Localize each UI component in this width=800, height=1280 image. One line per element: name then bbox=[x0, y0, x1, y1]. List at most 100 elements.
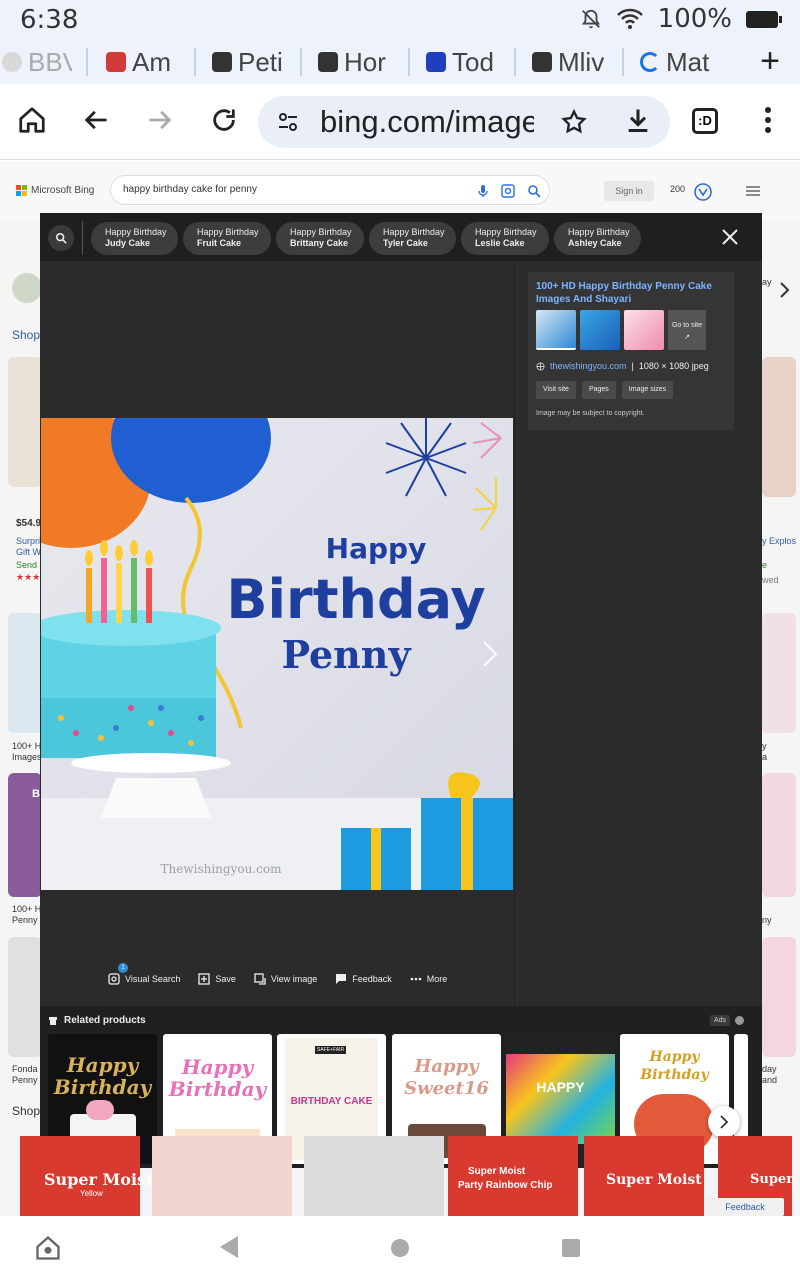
image-tile[interactable] bbox=[8, 937, 42, 1057]
menu-button[interactable] bbox=[752, 104, 784, 136]
chip-line1: Happy Birthday bbox=[290, 227, 352, 237]
tab-active-loading[interactable]: Mat bbox=[640, 44, 712, 80]
tab-amazon[interactable]: Am bbox=[106, 44, 176, 80]
tab-label: Tod bbox=[452, 46, 494, 77]
filter-thumbnail[interactable] bbox=[12, 273, 42, 303]
go-to-site-label: Go to site bbox=[672, 322, 702, 329]
mic-icon[interactable] bbox=[477, 184, 489, 198]
image-tile[interactable] bbox=[762, 613, 796, 733]
image-caption[interactable]: ny bbox=[762, 915, 772, 925]
nav-recents-button[interactable] bbox=[561, 1238, 581, 1263]
search-icon[interactable] bbox=[527, 184, 541, 198]
page-thumbnails: Go to site ↗ bbox=[536, 310, 706, 350]
popup-card-art bbox=[506, 1054, 615, 1144]
page-feedback-button[interactable]: Feedback bbox=[706, 1198, 784, 1216]
image-caption[interactable]: 100+ H bbox=[12, 904, 41, 914]
nav-back-button[interactable] bbox=[218, 1234, 240, 1265]
overlay-search-button[interactable] bbox=[48, 225, 74, 251]
related-search-chip[interactable]: Happy Birthday Brittany Cake bbox=[276, 222, 364, 255]
product-tile[interactable] bbox=[8, 357, 42, 487]
image-title-link[interactable]: 100+ HD Happy Birthday Penny Cake Images… bbox=[536, 280, 726, 306]
visual-search-icon[interactable] bbox=[501, 184, 515, 198]
chip-line2: Tyler Cake bbox=[383, 238, 428, 248]
tab-mliv[interactable]: Mliv bbox=[532, 44, 606, 80]
product-tile[interactable] bbox=[304, 1136, 444, 1216]
back-button[interactable] bbox=[80, 104, 112, 136]
sign-in-button[interactable]: Sign in bbox=[604, 181, 654, 201]
tab-today[interactable]: Tod bbox=[426, 44, 498, 80]
image-caption[interactable]: Fonda bbox=[12, 1064, 38, 1074]
shop-label[interactable]: Shop bbox=[12, 1104, 40, 1118]
image-tile[interactable] bbox=[8, 613, 42, 733]
image-caption[interactable]: 100+ H bbox=[12, 741, 41, 751]
tab-bbv[interactable]: BBV bbox=[2, 44, 72, 80]
thumbnail[interactable] bbox=[624, 310, 664, 350]
tab-switcher-button[interactable]: :D bbox=[692, 108, 718, 134]
product-label: HAPPY bbox=[536, 1079, 585, 1095]
action-label: More bbox=[426, 974, 448, 984]
related-search-chip[interactable]: Happy Birthday Ashley Cake bbox=[554, 222, 641, 255]
product-tile-text: Super Moist bbox=[468, 1166, 526, 1177]
image-caption[interactable]: and bbox=[762, 1075, 777, 1085]
product-tile-text: Super Moist bbox=[606, 1172, 702, 1188]
image-caption[interactable]: Images bbox=[12, 752, 42, 762]
related-search-chip[interactable]: Happy Birthday Tyler Cake bbox=[369, 222, 456, 255]
url-text[interactable]: bing.com/images bbox=[320, 104, 534, 140]
save-button[interactable]: Save bbox=[198, 973, 236, 985]
view-image-button[interactable]: View image bbox=[254, 973, 317, 985]
external-link-icon: ↗ bbox=[684, 334, 690, 341]
hamburger-menu-icon[interactable] bbox=[746, 186, 760, 196]
chevron-right-icon[interactable] bbox=[778, 281, 790, 299]
chip-line1: Happy Birthday bbox=[105, 227, 167, 237]
tab-label: BBV bbox=[28, 46, 72, 77]
rewards-icon[interactable] bbox=[694, 183, 712, 201]
divider bbox=[82, 221, 83, 255]
new-tab-button[interactable]: + bbox=[760, 42, 780, 81]
pages-button[interactable]: Pages bbox=[581, 381, 616, 399]
image-caption[interactable]: day bbox=[762, 1064, 777, 1074]
shop-label[interactable]: Shop bbox=[12, 328, 40, 342]
main-image[interactable]: Happy Birthday Penny Thewishingyou.com bbox=[41, 418, 513, 890]
feedback-button[interactable]: Feedback bbox=[335, 973, 392, 985]
image-caption[interactable]: y bbox=[762, 741, 767, 751]
product-tile[interactable] bbox=[762, 357, 796, 497]
address-bar[interactable]: bing.com/images bbox=[258, 96, 670, 148]
product-title[interactable]: Surpri bbox=[16, 536, 40, 546]
image-tile[interactable] bbox=[762, 937, 796, 1057]
thumbnail[interactable] bbox=[580, 310, 620, 350]
tab-petition[interactable]: Peti bbox=[212, 44, 284, 80]
related-search-chip[interactable]: Happy Birthday Judy Cake bbox=[91, 222, 178, 255]
tab-hor[interactable]: Hor bbox=[318, 44, 390, 80]
rewards-count[interactable]: 200 bbox=[670, 184, 685, 194]
forward-button[interactable] bbox=[144, 104, 176, 136]
image-tile[interactable] bbox=[762, 773, 796, 897]
tab-separator bbox=[622, 48, 624, 76]
home-button[interactable] bbox=[16, 104, 48, 136]
source-site-link[interactable]: thewishingyou.com bbox=[550, 361, 627, 371]
bookmark-star-icon[interactable] bbox=[560, 108, 588, 136]
image-caption[interactable]: Penny bbox=[12, 1075, 38, 1085]
info-icon[interactable] bbox=[735, 1016, 744, 1025]
bing-logo[interactable]: Microsoft Bing bbox=[16, 185, 94, 196]
filter-label[interactable]: ay bbox=[762, 277, 772, 287]
close-icon[interactable] bbox=[720, 227, 740, 247]
thumbnail[interactable] bbox=[536, 310, 576, 350]
product-title[interactable]: Gift W bbox=[16, 547, 41, 557]
product-tile[interactable] bbox=[152, 1136, 292, 1216]
visit-site-button[interactable]: Visit site bbox=[536, 381, 576, 399]
product-title[interactable]: y Explos bbox=[762, 536, 796, 546]
image-caption[interactable]: a bbox=[762, 752, 767, 762]
more-button[interactable]: More bbox=[410, 973, 448, 985]
nav-home-button[interactable] bbox=[390, 1238, 410, 1263]
related-search-chip[interactable]: Happy Birthday Fruit Cake bbox=[183, 222, 271, 255]
bing-search-box[interactable]: happy birthday cake for penny bbox=[110, 175, 550, 205]
download-button[interactable] bbox=[622, 104, 654, 136]
image-sizes-button[interactable]: Image sizes bbox=[621, 381, 674, 399]
reload-button[interactable] bbox=[208, 104, 240, 136]
assistant-button[interactable] bbox=[34, 1234, 62, 1267]
related-search-chip[interactable]: Happy Birthday Leslie Cake bbox=[461, 222, 549, 255]
go-to-site-button[interactable]: Go to site ↗ bbox=[668, 310, 706, 350]
next-image-arrow-icon[interactable] bbox=[478, 639, 502, 669]
site-settings-icon[interactable] bbox=[276, 110, 300, 134]
visual-search-button[interactable]: 1 Visual Search bbox=[108, 963, 180, 985]
